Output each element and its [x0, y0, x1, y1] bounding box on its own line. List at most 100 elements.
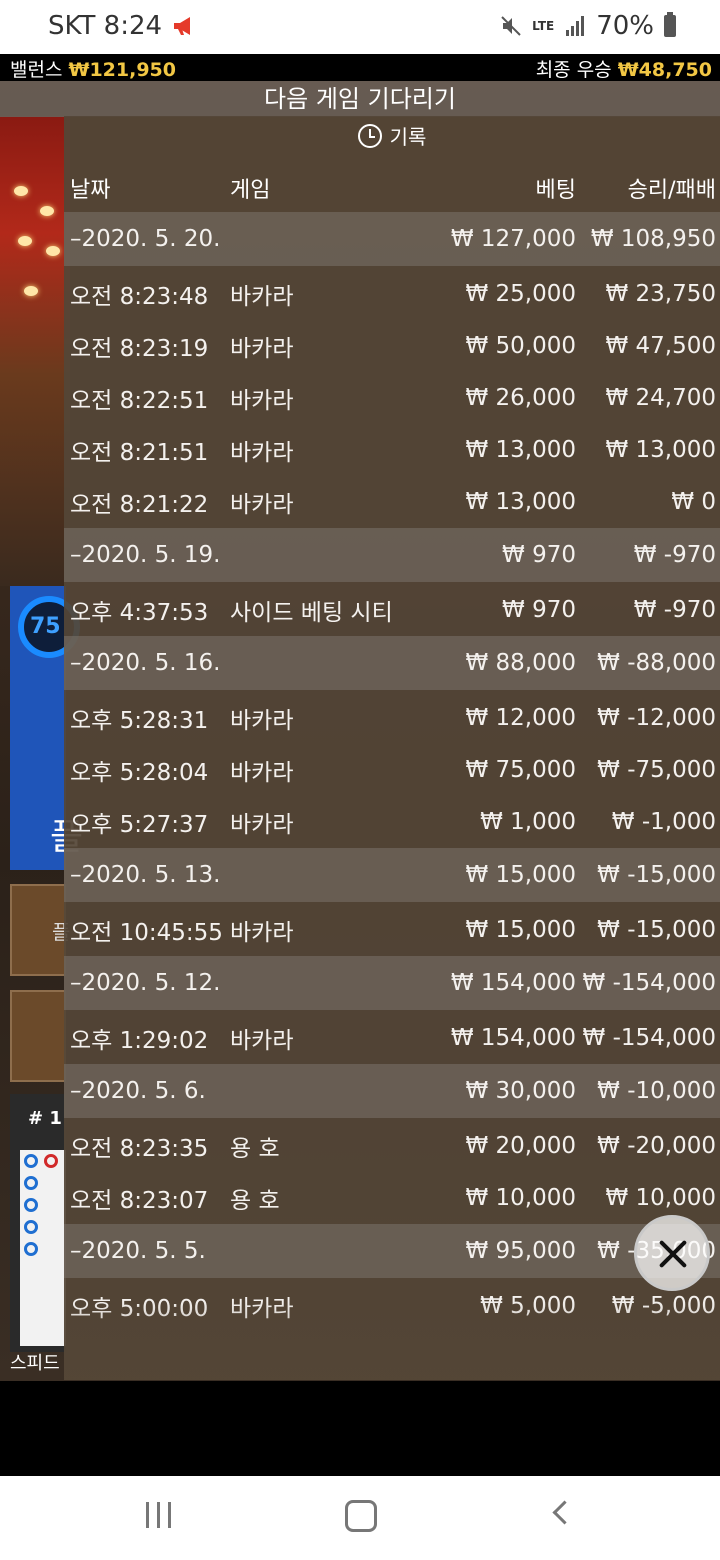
row-bet: ₩ 12,000 — [465, 705, 576, 731]
row-date: 오전 8:23:35 — [70, 1136, 209, 1162]
row-bet: ₩ 127,000 — [450, 226, 576, 252]
row-bet: ₩ 88,000 — [465, 650, 576, 676]
row-date: 오전 8:23:07 — [70, 1188, 209, 1214]
row-game: 바카라 — [230, 920, 294, 946]
row-win-loss: ₩ -20,000 — [597, 1133, 716, 1159]
battery-icon — [664, 12, 676, 37]
road-circle — [24, 1176, 38, 1190]
day-summary-row: –2020. 5. 19. ₩ 970 ₩ -970 — [64, 528, 720, 582]
row-bet: ₩ 30,000 — [465, 1078, 576, 1104]
roadmap-grid — [20, 1150, 66, 1346]
waiting-banner: 다음 게임 기다리기 — [0, 81, 720, 117]
row-date: 오전 10:45:55 — [70, 920, 223, 946]
row-game: 사이드 베팅 시티 — [230, 600, 393, 626]
history-row: 오전 8:22:51 바카라 ₩ 26,000 ₩ 24,700 — [64, 372, 720, 424]
row-bet: ₩ 1,000 — [480, 809, 576, 835]
navigation-bar — [0, 1476, 720, 1560]
row-win-loss: ₩ 10,000 — [605, 1185, 716, 1211]
roadmap: # 1 — [10, 1094, 66, 1352]
row-game: 바카라 — [230, 388, 294, 414]
history-row: 오전 10:45:55 바카라 ₩ 15,000 ₩ -15,000 — [64, 904, 720, 956]
row-win-loss: ₩ -75,000 — [597, 757, 716, 783]
history-row: 오전 8:23:07 용 호 ₩ 10,000 ₩ 10,000 — [64, 1172, 720, 1224]
row-game: 바카라 — [230, 440, 294, 466]
row-date: 오전 8:22:51 — [70, 388, 209, 414]
row-date: 오전 8:21:22 — [70, 492, 209, 518]
row-game: 용 호 — [230, 1188, 280, 1214]
balance-value: ₩121,950 — [68, 59, 177, 81]
timer-panel: 75 플 — [10, 586, 83, 870]
background-button[interactable]: 플 — [10, 884, 70, 976]
home-icon[interactable] — [345, 1500, 377, 1532]
history-row: 오후 5:00:00 바카라 ₩ 5,000 ₩ -5,000 — [64, 1280, 720, 1332]
day-summary-row: –2020. 5. 16. ₩ 88,000 ₩ -88,000 — [64, 636, 720, 690]
megaphone-icon — [174, 17, 191, 35]
row-bet: ₩ 154,000 — [450, 970, 576, 996]
table-name-label: 스피드 — [10, 1353, 60, 1374]
row-bet: ₩ 13,000 — [465, 489, 576, 515]
row-date: 오후 5:28:04 — [70, 760, 209, 786]
recent-apps-icon[interactable] — [146, 1502, 174, 1528]
row-date: –2020. 5. 6. — [70, 1078, 206, 1104]
back-icon[interactable] — [552, 1500, 577, 1525]
casino-curtain — [0, 116, 70, 586]
row-game: 바카라 — [230, 708, 294, 734]
day-summary-row: –2020. 5. 20. ₩ 127,000 ₩ 108,950 — [64, 212, 720, 266]
column-header-row: 날짜 게임 베팅 승리/패배 — [64, 158, 720, 212]
row-win-loss: ₩ -5,000 — [611, 1293, 716, 1319]
history-row: 오전 8:23:19 바카라 ₩ 50,000 ₩ 47,500 — [64, 320, 720, 372]
row-game: 바카라 — [230, 760, 294, 786]
row-win-loss: ₩ -12,000 — [597, 705, 716, 731]
row-win-loss: ₩ 24,700 — [605, 385, 716, 411]
carrier-time: SKT 8:24 — [48, 11, 163, 41]
row-game: 바카라 — [230, 492, 294, 518]
row-bet: ₩ 25,000 — [465, 281, 576, 307]
row-bet: ₩ 5,000 — [480, 1293, 576, 1319]
history-row: 오후 1:29:02 바카라 ₩ 154,000 ₩ -154,000 — [64, 1012, 720, 1064]
last-win-value: ₩48,750 — [617, 59, 712, 81]
row-date: 오후 5:28:31 — [70, 708, 209, 734]
network-type: LTE — [532, 18, 555, 33]
history-row: 오전 8:23:35 용 호 ₩ 20,000 ₩ -20,000 — [64, 1120, 720, 1172]
close-button[interactable] — [634, 1215, 710, 1291]
history-row: 오후 5:27:37 바카라 ₩ 1,000 ₩ -1,000 — [64, 796, 720, 848]
balance-label: 밸런스 — [10, 59, 63, 81]
row-game: 바카라 — [230, 1296, 294, 1322]
row-date: 오후 4:37:53 — [70, 600, 209, 626]
row-game: 바카라 — [230, 284, 294, 310]
roadmap-header: # 1 — [28, 1108, 62, 1129]
history-header: 기록 — [64, 116, 720, 158]
row-bet: ₩ 10,000 — [465, 1185, 576, 1211]
background-button[interactable] — [10, 990, 66, 1082]
row-win-loss: ₩ 47,500 — [605, 333, 716, 359]
history-row: 오전 8:21:51 바카라 ₩ 13,000 ₩ 13,000 — [64, 424, 720, 476]
battery-percent: 70% — [596, 11, 654, 41]
road-circle — [24, 1242, 38, 1256]
day-summary-row: –2020. 5. 6. ₩ 30,000 ₩ -10,000 — [64, 1064, 720, 1118]
row-bet: ₩ 15,000 — [465, 862, 576, 888]
day-summary-row: –2020. 5. 13. ₩ 15,000 ₩ -15,000 — [64, 848, 720, 902]
road-circle — [24, 1220, 38, 1234]
history-panel[interactable]: 기록 날짜 게임 베팅 승리/패배 –2020. 5. 20. ₩ 127,000… — [64, 116, 720, 1380]
row-game: 바카라 — [230, 336, 294, 362]
history-row: 오후 5:28:04 바카라 ₩ 75,000 ₩ -75,000 — [64, 744, 720, 796]
row-bet: ₩ 20,000 — [465, 1133, 576, 1159]
history-title: 기록 — [389, 125, 427, 149]
row-win-loss: ₩ -15,000 — [597, 862, 716, 888]
row-date: –2020. 5. 13. — [70, 862, 221, 888]
mute-icon — [501, 16, 521, 36]
row-bet: ₩ 970 — [502, 542, 576, 568]
history-row: 오후 4:37:53 사이드 베팅 시티 ₩ 970 ₩ -970 — [64, 584, 720, 636]
column-game: 게임 — [230, 178, 271, 203]
column-win-loss: 승리/패배 — [627, 178, 716, 203]
light-dot — [24, 286, 38, 296]
timer-value: 75 — [30, 614, 61, 639]
history-row: 오전 8:23:48 바카라 ₩ 25,000 ₩ 23,750 — [64, 268, 720, 320]
status-bar: SKT 8:24 LTE 70% — [0, 0, 720, 54]
row-bet: ₩ 95,000 — [465, 1238, 576, 1264]
row-date: –2020. 5. 19. — [70, 542, 221, 568]
light-dot — [14, 186, 28, 196]
signal-icon — [566, 16, 585, 36]
row-date: 오전 8:21:51 — [70, 440, 209, 466]
row-bet: ₩ 75,000 — [465, 757, 576, 783]
